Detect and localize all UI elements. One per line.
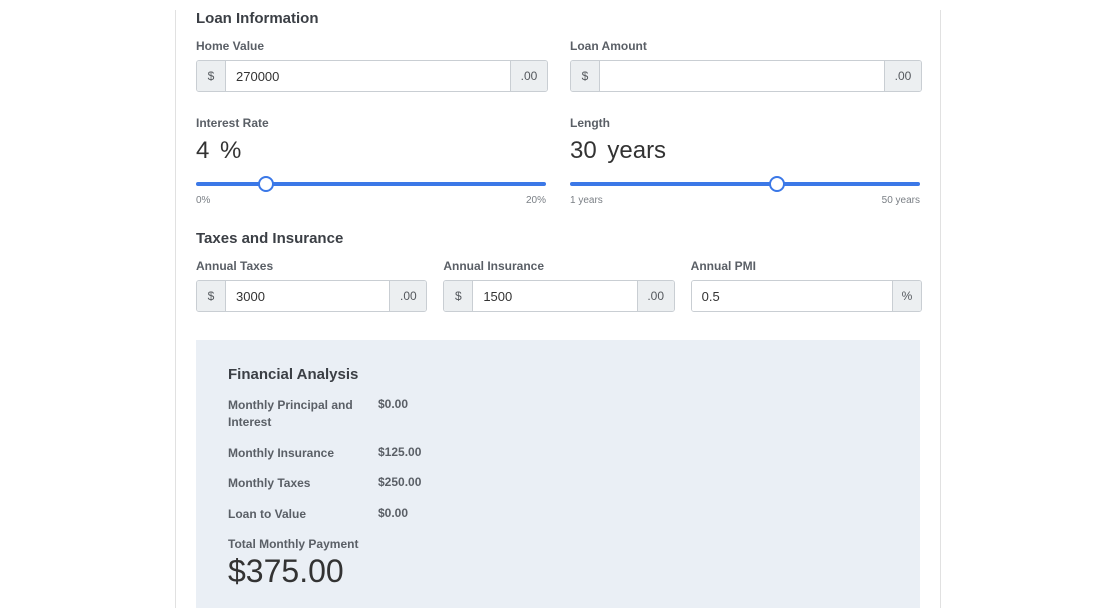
decimal-suffix: .00 — [637, 281, 674, 311]
length-slider[interactable] — [570, 175, 920, 193]
loan-amount-input[interactable] — [600, 61, 884, 91]
interest-rate-value: 4 % — [196, 137, 546, 165]
financial-analysis-panel: Financial Analysis Monthly Principal and… — [196, 340, 920, 608]
analysis-row: Monthly Insurance $125.00 — [228, 445, 888, 462]
annual-pmi-input-group[interactable]: % — [691, 280, 922, 312]
home-value-label: Home Value — [196, 39, 546, 53]
analysis-value: $125.00 — [378, 445, 421, 462]
annual-insurance-input[interactable] — [473, 281, 636, 311]
decimal-suffix: .00 — [389, 281, 426, 311]
total-monthly-payment-label: Total Monthly Payment — [228, 537, 888, 551]
annual-insurance-input-group[interactable]: $ .00 — [443, 280, 674, 312]
interest-rate-slider[interactable] — [196, 175, 546, 193]
analysis-value: $250.00 — [378, 475, 421, 492]
decimal-suffix: .00 — [510, 61, 547, 91]
total-monthly-payment-value: $375.00 — [228, 553, 888, 590]
length-label: Length — [570, 116, 920, 130]
annual-taxes-label: Annual Taxes — [196, 259, 425, 273]
percent-suffix: % — [892, 281, 921, 311]
length-thumb[interactable] — [769, 176, 785, 192]
length-value: 30 years — [570, 137, 920, 165]
decimal-suffix: .00 — [884, 61, 921, 91]
home-value-input[interactable] — [226, 61, 510, 91]
annual-pmi-input[interactable] — [692, 281, 892, 311]
annual-taxes-input-group[interactable]: $ .00 — [196, 280, 427, 312]
analysis-row: Monthly Taxes $250.00 — [228, 475, 888, 492]
interest-rate-max: 20% — [526, 195, 546, 206]
analysis-key: Monthly Taxes — [228, 475, 378, 492]
analysis-value: $0.00 — [378, 397, 408, 431]
analysis-row: Monthly Principal and Interest $0.00 — [228, 397, 888, 431]
length-max: 50 years — [882, 195, 920, 206]
analysis-key: Monthly Insurance — [228, 445, 378, 462]
loan-amount-label: Loan Amount — [570, 39, 920, 53]
section-analysis-title: Financial Analysis — [228, 366, 888, 383]
currency-prefix: $ — [444, 281, 473, 311]
currency-prefix: $ — [197, 281, 226, 311]
annual-pmi-label: Annual PMI — [691, 259, 920, 273]
interest-rate-label: Interest Rate — [196, 116, 546, 130]
home-value-input-group[interactable]: $ .00 — [196, 60, 548, 92]
section-loan-info-title: Loan Information — [196, 10, 920, 27]
interest-rate-thumb[interactable] — [258, 176, 274, 192]
currency-prefix: $ — [197, 61, 226, 91]
interest-rate-min: 0% — [196, 195, 210, 206]
currency-prefix: $ — [571, 61, 600, 91]
loan-amount-input-group[interactable]: $ .00 — [570, 60, 922, 92]
length-min: 1 years — [570, 195, 603, 206]
analysis-value: $0.00 — [378, 506, 408, 523]
section-taxes-title: Taxes and Insurance — [196, 230, 920, 247]
annual-insurance-label: Annual Insurance — [443, 259, 672, 273]
annual-taxes-input[interactable] — [226, 281, 389, 311]
analysis-row: Loan to Value $0.00 — [228, 506, 888, 523]
analysis-key: Loan to Value — [228, 506, 378, 523]
analysis-key: Monthly Principal and Interest — [228, 397, 378, 431]
